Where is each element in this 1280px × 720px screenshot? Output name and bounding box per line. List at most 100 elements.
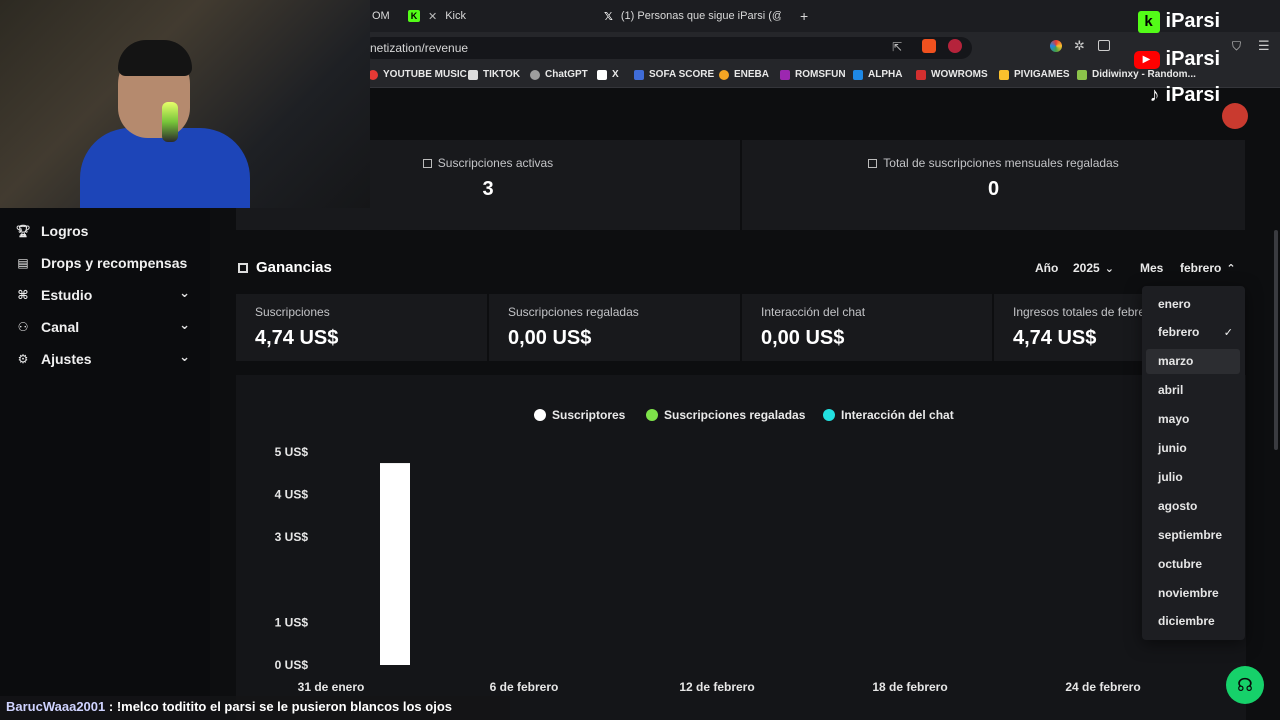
legend-label: Suscriptores <box>552 408 626 422</box>
close-icon[interactable]: ✕ <box>428 10 437 23</box>
webcam-overlay <box>0 0 370 208</box>
year-value: 2025 <box>1073 261 1100 275</box>
didiwinxy-icon <box>1077 69 1087 80</box>
chart-icon <box>422 159 432 168</box>
earnings-card-value: 4,74 US$ <box>255 327 339 349</box>
share-icon[interactable]: ⇱ <box>892 40 902 54</box>
legend-item-subscribers[interactable]: Suscriptores <box>534 408 625 422</box>
sidebar: 🏆︎ Logros ▤ Drops y recompensas ⌘ Estudi… <box>0 208 210 720</box>
month-option-label: marzo <box>1158 354 1194 369</box>
earnings-title: Ganancias <box>238 259 332 276</box>
month-option-junio[interactable]: junio <box>1142 436 1245 461</box>
month-option-enero[interactable]: enero <box>1142 291 1245 316</box>
earnings-title-text: Ganancias <box>256 259 332 276</box>
month-option-julio[interactable]: julio <box>1142 464 1245 489</box>
eneba-icon <box>719 69 729 80</box>
bookmark-eneba[interactable]: ENEBA <box>719 69 769 80</box>
year-select[interactable]: 2025 ⌄ <box>1073 261 1114 275</box>
bookmark-x[interactable]: X <box>597 69 619 80</box>
wowroms-icon <box>916 69 926 80</box>
puzzle-icon[interactable]: ✲ <box>1074 38 1085 54</box>
month-select[interactable]: febrero ⌃ <box>1180 261 1236 275</box>
bookmark-romsfun[interactable]: ROMSFUN <box>780 69 846 80</box>
earnings-card-subscriptions: Suscripciones 4,74 US$ <box>236 294 487 361</box>
chevron-down-icon: ⌄ <box>1104 262 1114 275</box>
bookmark-label: PIVIGAMES <box>1014 69 1070 80</box>
y-tick-label: 1 US$ <box>275 615 309 629</box>
month-option-label: noviembre <box>1158 585 1219 600</box>
bookmark-tiktok[interactable]: TIKTOK <box>468 69 520 80</box>
bookmark-label: X <box>612 69 619 80</box>
check-icon: ✓ <box>1223 326 1233 339</box>
youtube-logo-icon: ▶ <box>1133 50 1160 69</box>
earnings-card-label: Interacción del chat <box>761 305 866 319</box>
earnings-card-chat: Interacción del chat 0,00 US$ <box>742 294 992 361</box>
support-chat-button[interactable]: ☊ <box>1226 666 1264 704</box>
sidebar-toggle-icon[interactable] <box>1098 40 1110 51</box>
bookmark-youtube-music[interactable]: YOUTUBE MUSIC <box>368 69 467 80</box>
stat-value: 0 <box>987 178 1000 200</box>
x-icon: 𝕏 <box>604 10 613 23</box>
month-label-text: Mes <box>1140 261 1164 275</box>
month-option-octubre[interactable]: octubre <box>1142 551 1245 576</box>
sidebar-item-canal[interactable]: ⚇ Canal ⌄ <box>14 314 194 340</box>
month-option-mayo[interactable]: mayo <box>1142 407 1245 432</box>
legend-item-gifted[interactable]: Suscripciones regaladas <box>646 408 805 422</box>
bookmark-chatgpt[interactable]: ChatGPT <box>530 69 588 80</box>
month-option-marzo[interactable]: marzo <box>1146 348 1240 374</box>
earnings-card-gifted: Suscripciones regaladas 0,00 US$ <box>489 294 740 361</box>
y-tick-label: 0 US$ <box>275 658 309 672</box>
menu-icon[interactable]: ☰ <box>1258 38 1270 54</box>
sidebar-item-label: Estudio <box>41 287 93 303</box>
month-option-noviembre[interactable]: noviembre <box>1142 580 1245 605</box>
streamer-hair <box>118 40 192 76</box>
bar-suscriptores[interactable] <box>380 463 410 665</box>
shield-icon[interactable]: ⛉ <box>1232 39 1241 54</box>
bookmark-label: ENEBA <box>734 69 770 80</box>
tab-label: Kick <box>445 10 466 22</box>
browser-tab-kick[interactable]: K ✕ Kick <box>398 4 588 28</box>
kick-brand-name: iParsi <box>1165 10 1220 32</box>
x-icon <box>597 69 607 80</box>
month-option-label: mayo <box>1158 412 1190 427</box>
tiktok-brand-name: iParsi <box>1165 84 1220 106</box>
chevron-down-icon: ⌄ <box>179 285 190 300</box>
sidebar-item-logros[interactable]: 🏆︎ Logros <box>14 218 194 244</box>
new-tab-button[interactable]: + <box>790 4 818 28</box>
month-option-label: septiembre <box>1158 527 1223 542</box>
bookmark-alpha[interactable]: ALPHA <box>853 69 902 80</box>
x-tick-label: 18 de febrero <box>872 680 947 694</box>
youtube-brand-name: iParsi <box>1165 48 1220 70</box>
month-option-abril[interactable]: abril <box>1142 378 1245 403</box>
extension-icon[interactable] <box>1050 40 1062 52</box>
scrollbar[interactable] <box>1274 230 1278 450</box>
month-option-febrero[interactable]: febrero ✓ <box>1142 320 1245 345</box>
chat-username: BarucWaaa2001 <box>6 699 106 714</box>
sidebar-item-label: Canal <box>41 319 80 335</box>
kick-logo-icon: k <box>1137 10 1160 33</box>
month-option-agosto[interactable]: agosto <box>1142 493 1245 518</box>
rewards-icon[interactable] <box>948 39 962 53</box>
url-field[interactable]: netization/revenue <box>362 37 972 59</box>
month-dropdown: enero febrero ✓ marzo abril mayo junio julio ago… <box>1142 286 1245 640</box>
avatar[interactable] <box>1222 103 1248 129</box>
tiktok-brand: ♪ iParsi <box>1150 84 1220 107</box>
sidebar-item-ajustes[interactable]: ⚙ Ajustes ⌄ <box>14 346 194 372</box>
stat-label: Suscripciones activas <box>437 156 554 170</box>
alpha-icon <box>853 69 863 80</box>
month-option-diciembre[interactable]: diciembre <box>1142 609 1245 634</box>
kick-brand: k iParsi <box>1137 10 1220 33</box>
sidebar-item-drops[interactable]: ▤ Drops y recompensas <box>14 250 194 276</box>
bookmark-pivigames[interactable]: PIVIGAMES <box>999 69 1070 80</box>
month-option-septiembre[interactable]: septiembre <box>1142 522 1245 547</box>
bookmark-label: ChatGPT <box>545 69 588 80</box>
bookmark-wowroms[interactable]: WOWROMS <box>916 69 988 80</box>
plus-icon: + <box>800 8 809 24</box>
bookmark-sofascore[interactable]: SOFA SCORE <box>634 69 714 80</box>
legend-item-chat[interactable]: Interacción del chat <box>823 408 954 422</box>
brave-shield-icon[interactable] <box>922 39 936 53</box>
sidebar-item-label: Ajustes <box>41 351 92 367</box>
browser-tab-x[interactable]: 𝕏 (1) Personas que sigue iParsi (@iParsi <box>594 4 794 28</box>
sidebar-item-estudio[interactable]: ⌘ Estudio ⌄ <box>14 282 194 308</box>
legend-label: Interacción del chat <box>841 408 954 422</box>
